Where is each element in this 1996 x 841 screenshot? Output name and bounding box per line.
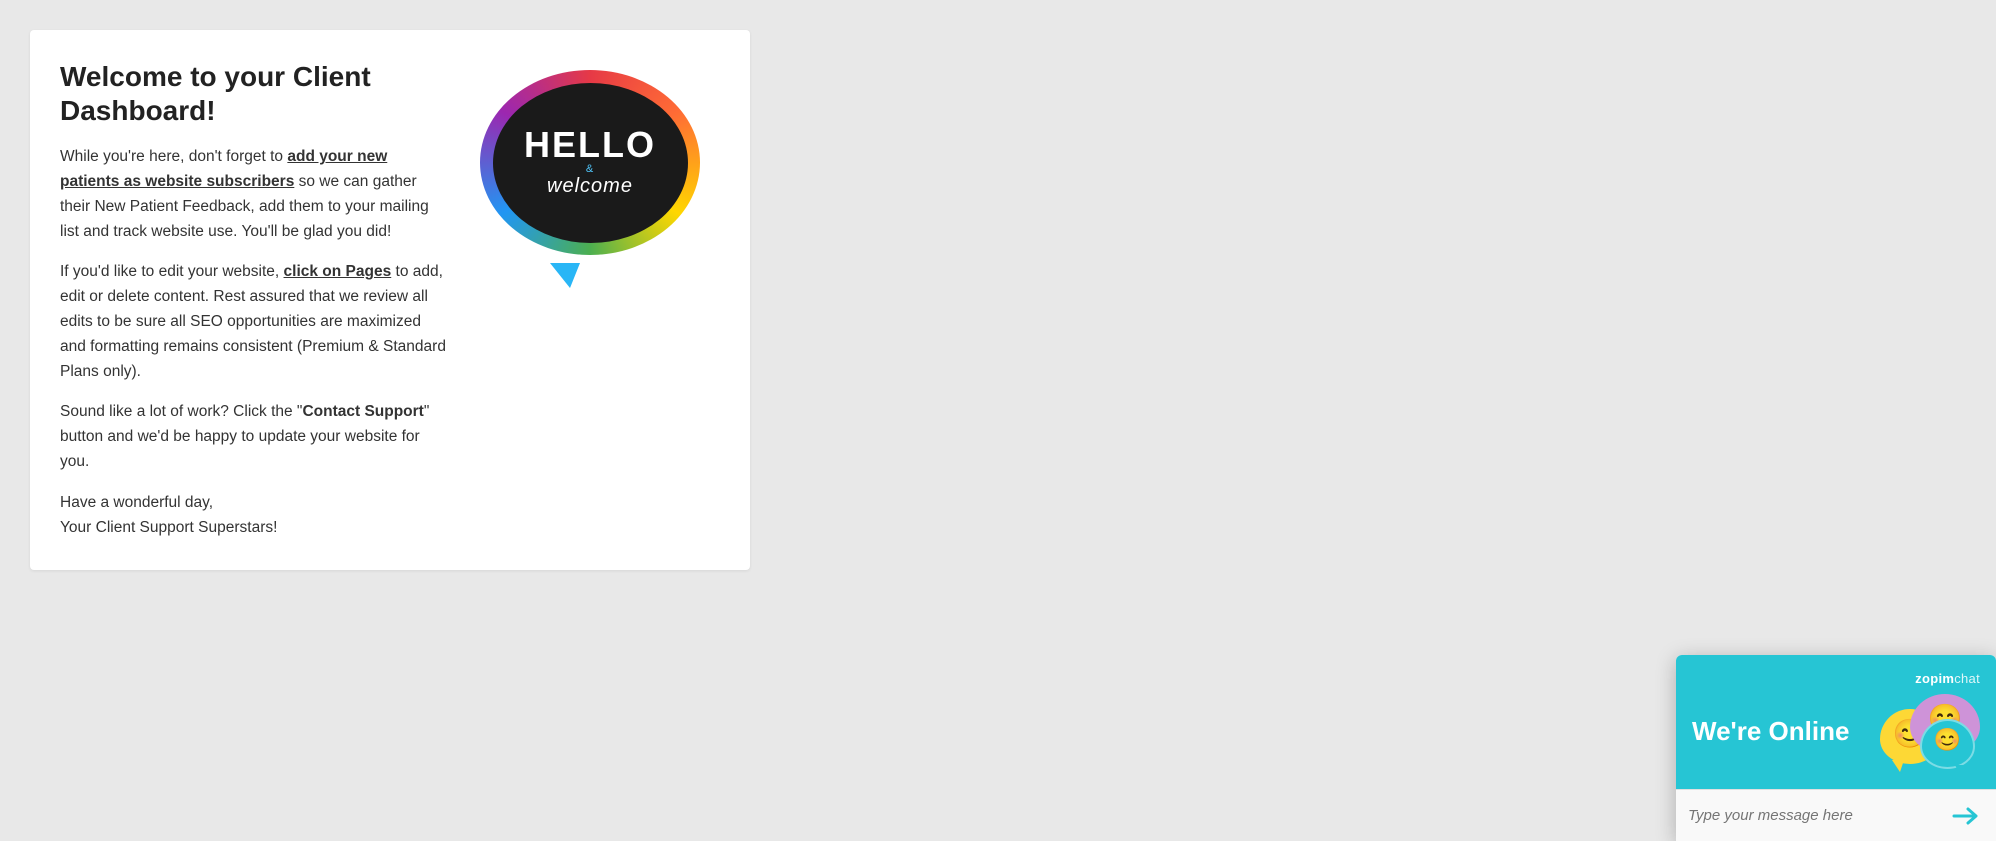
para2-pre: If you'd like to edit your website, [60, 263, 284, 280]
hello-text: HELLO [524, 127, 656, 163]
chat-label: chat [1954, 671, 1980, 686]
chat-widget: zopimchat We're Online [1676, 655, 1996, 841]
paragraph-3: Sound like a lot of work? Click the "Con… [60, 400, 450, 474]
main-content: Welcome to your Client Dashboard! While … [0, 0, 780, 600]
bubble-tail [550, 263, 580, 288]
click-pages-link[interactable]: click on Pages [284, 263, 392, 280]
welcome-text: Welcome to your Client Dashboard! While … [60, 60, 450, 540]
chat-online-row: We're Online [1692, 694, 1980, 769]
para1-pre: While you're here, don't forget to [60, 148, 287, 165]
send-arrow-icon [1952, 806, 1980, 826]
paragraph-4: Have a wonderful day, Your Client Suppor… [60, 491, 450, 541]
paragraph-1: While you're here, don't forget to add y… [60, 145, 450, 244]
greeting-line2: Your Client Support Superstars! [60, 519, 277, 536]
hello-welcome-bubble: HELLO & welcome [480, 70, 710, 270]
chat-input-row[interactable] [1676, 789, 1996, 841]
chat-emojis [1880, 694, 1980, 769]
welcome-text-img: welcome [547, 175, 633, 198]
ampersand-text: & [586, 163, 594, 175]
chat-brand: zopimchat [1692, 671, 1980, 686]
emoji-teal [1920, 719, 1975, 769]
chat-header: zopimchat We're Online [1676, 655, 1996, 789]
bubble-inner: HELLO & welcome [493, 83, 688, 243]
welcome-body: While you're here, don't forget to add y… [60, 145, 450, 540]
welcome-image: HELLO & welcome [470, 60, 720, 540]
contact-support-bold: Contact Support [302, 403, 423, 420]
chat-send-button[interactable] [1948, 802, 1984, 830]
page-title: Welcome to your Client Dashboard! [60, 60, 450, 127]
zopim-label: zopim [1915, 671, 1954, 686]
para2-post: to add, edit or delete content. Rest ass… [60, 263, 446, 379]
welcome-card: Welcome to your Client Dashboard! While … [30, 30, 750, 570]
chat-message-input[interactable] [1688, 807, 1948, 824]
online-status-text: We're Online [1692, 716, 1849, 747]
paragraph-2: If you'd like to edit your website, clic… [60, 260, 450, 384]
para3-pre: Sound like a lot of work? Click the " [60, 403, 302, 420]
greeting-line1: Have a wonderful day, [60, 494, 213, 511]
bubble-outer: HELLO & welcome [480, 70, 700, 255]
